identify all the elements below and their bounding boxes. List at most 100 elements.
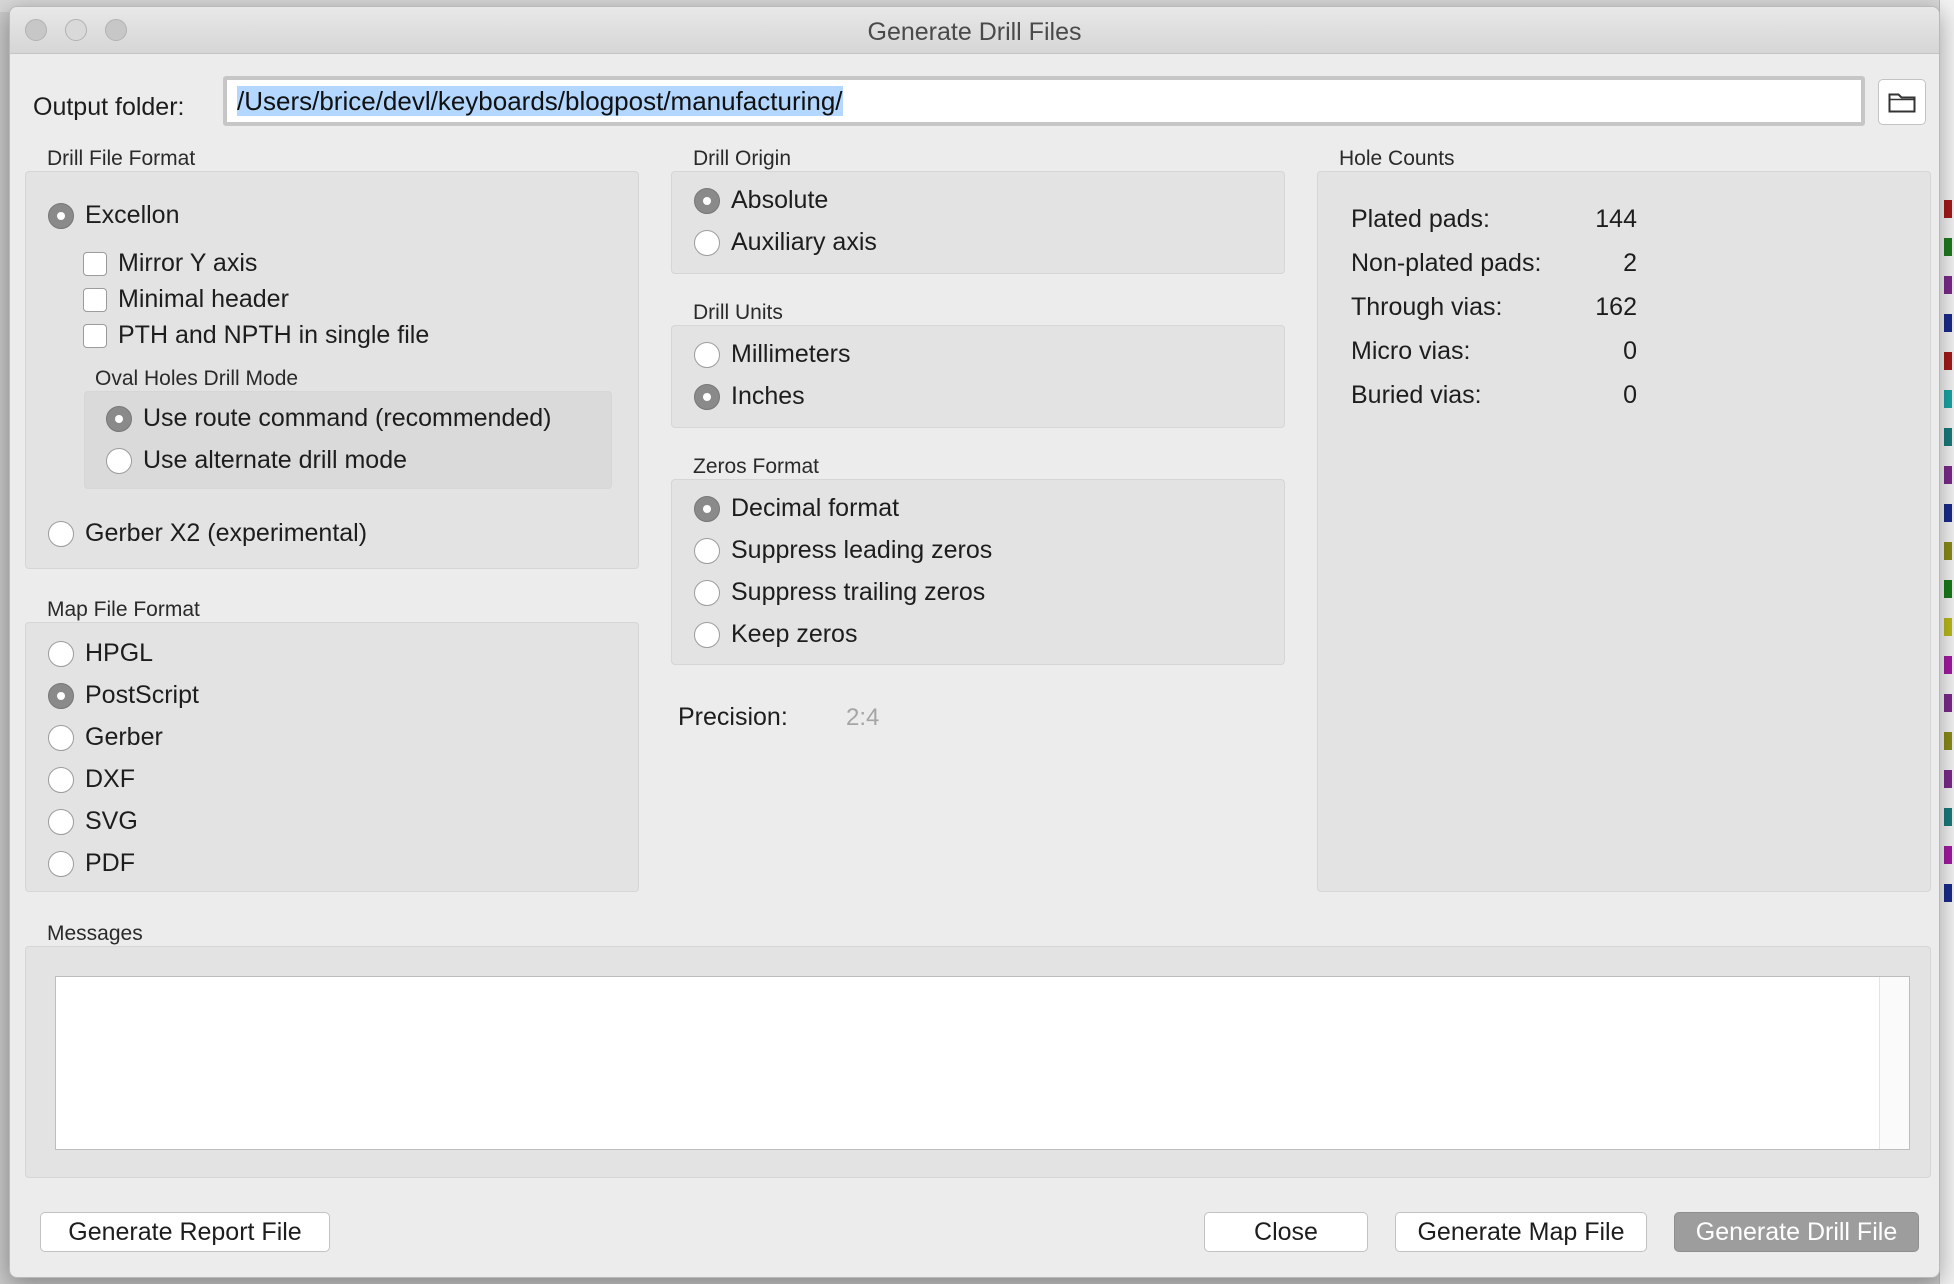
output-folder-path: /Users/brice/devl/keyboards/blogpost/man… <box>237 86 843 116</box>
background-layer-strip <box>1939 0 1954 1284</box>
zeros-suppress-trailing-label: Suppress trailing zeros <box>731 578 986 606</box>
map-format-hpgl-radio[interactable]: HPGL <box>48 639 153 668</box>
radio-indicator <box>48 724 74 751</box>
radio-indicator <box>106 447 132 474</box>
radio-indicator <box>48 682 74 709</box>
radio-indicator <box>694 383 720 410</box>
use-route-command-radio[interactable]: Use route command (recommended) <box>106 404 552 433</box>
mirror-y-checkbox[interactable]: Mirror Y axis <box>83 249 257 278</box>
excellon-radio[interactable]: Excellon <box>48 201 180 230</box>
map-format-label: HPGL <box>85 639 154 667</box>
generate-drill-file-button[interactable]: Generate Drill File <box>1674 1212 1919 1252</box>
folder-icon <box>1888 93 1916 113</box>
use-alternate-drill-mode-radio[interactable]: Use alternate drill mode <box>106 446 407 475</box>
close-button[interactable]: Close <box>1204 1212 1368 1252</box>
map-format-label: PDF <box>85 849 135 877</box>
drill-origin-aux-radio[interactable]: Auxiliary axis <box>694 228 877 257</box>
output-folder-label: Output folder: <box>33 93 185 121</box>
generate-map-file-button[interactable]: Generate Map File <box>1395 1212 1647 1252</box>
drill-file-format-title: Drill File Format <box>47 147 196 170</box>
generate-report-file-button[interactable]: Generate Report File <box>40 1212 330 1252</box>
hole-count-value: 2 <box>1623 249 1637 277</box>
messages-scrollbar[interactable] <box>1879 977 1909 1149</box>
drill-units-inches-label: Inches <box>731 382 805 410</box>
radio-indicator <box>694 537 720 564</box>
map-format-label: DXF <box>85 765 135 793</box>
hole-counts-group: Plated pads: 144 Non-plated pads: 2 Thro… <box>1317 171 1931 892</box>
output-folder-input[interactable]: /Users/brice/devl/keyboards/blogpost/man… <box>223 76 1865 126</box>
messages-text-area[interactable] <box>55 976 1910 1150</box>
radio-indicator <box>694 621 720 648</box>
drill-origin-title: Drill Origin <box>693 147 792 170</box>
oval-holes-group: Use route command (recommended) Use alte… <box>84 391 612 489</box>
drill-origin-absolute-label: Absolute <box>731 186 829 214</box>
radio-indicator <box>694 187 720 214</box>
radio-indicator <box>694 229 720 256</box>
radio-indicator <box>694 579 720 606</box>
hole-count-value: 162 <box>1595 293 1637 321</box>
drill-file-format-group: Excellon Mirror Y axis Minimal header PT… <box>25 171 639 569</box>
radio-indicator <box>694 495 720 522</box>
precision-value: 2:4 <box>846 704 880 731</box>
zeros-suppress-leading-radio[interactable]: Suppress leading zeros <box>694 536 992 565</box>
hole-counts-title: Hole Counts <box>1339 147 1455 170</box>
map-format-dxf-radio[interactable]: DXF <box>48 765 135 794</box>
radio-indicator <box>48 202 74 229</box>
radio-indicator <box>48 520 74 547</box>
hole-count-label: Buried vias: <box>1351 381 1482 409</box>
map-format-gerber-radio[interactable]: Gerber <box>48 723 163 752</box>
pth-npth-single-file-checkbox[interactable]: PTH and NPTH in single file <box>83 321 429 350</box>
drill-units-mm-radio[interactable]: Millimeters <box>694 340 850 369</box>
minimal-header-label: Minimal header <box>118 285 289 313</box>
drill-origin-aux-label: Auxiliary axis <box>731 228 877 256</box>
checkbox-indicator <box>83 323 107 348</box>
zeros-format-title: Zeros Format <box>693 455 820 478</box>
excellon-label: Excellon <box>85 201 180 229</box>
zeros-suppress-trailing-radio[interactable]: Suppress trailing zeros <box>694 578 985 607</box>
zeros-keep-radio[interactable]: Keep zeros <box>694 620 857 649</box>
map-format-label: Gerber <box>85 723 163 751</box>
generate-drill-files-dialog: Generate Drill Files Output folder: /Use… <box>9 6 1940 1278</box>
zeros-suppress-leading-label: Suppress leading zeros <box>731 536 993 564</box>
hole-count-label: Plated pads: <box>1351 205 1490 233</box>
precision-label: Precision: <box>678 703 788 731</box>
drill-origin-absolute-radio[interactable]: Absolute <box>694 186 828 215</box>
pth-npth-label: PTH and NPTH in single file <box>118 321 430 349</box>
radio-indicator <box>48 850 74 877</box>
hole-count-label: Through vias: <box>1351 293 1503 321</box>
gerber-x2-label: Gerber X2 (experimental) <box>85 519 368 547</box>
radio-indicator <box>48 808 74 835</box>
minimal-header-checkbox[interactable]: Minimal header <box>83 285 289 314</box>
messages-title: Messages <box>47 922 143 945</box>
map-format-svg-radio[interactable]: SVG <box>48 807 138 836</box>
mirror-y-label: Mirror Y axis <box>118 249 258 277</box>
checkbox-indicator <box>83 287 107 312</box>
use-alternate-drill-mode-label: Use alternate drill mode <box>143 446 408 474</box>
drill-origin-group: Absolute Auxiliary axis <box>671 171 1285 274</box>
radio-indicator <box>106 405 132 432</box>
hole-count-label: Non-plated pads: <box>1351 249 1542 277</box>
browse-folder-button[interactable] <box>1878 79 1926 125</box>
use-route-command-label: Use route command (recommended) <box>143 404 552 432</box>
zeros-format-group: Decimal format Suppress leading zeros Su… <box>671 479 1285 665</box>
hole-count-value: 0 <box>1623 337 1637 365</box>
zeros-decimal-radio[interactable]: Decimal format <box>694 494 899 523</box>
map-format-label: SVG <box>85 807 138 835</box>
radio-indicator <box>48 640 74 667</box>
drill-units-inches-radio[interactable]: Inches <box>694 382 805 411</box>
title-bar: Generate Drill Files <box>10 7 1939 54</box>
window-title: Generate Drill Files <box>867 18 1082 46</box>
map-format-pdf-radio[interactable]: PDF <box>48 849 135 878</box>
map-file-format-title: Map File Format <box>47 598 200 621</box>
gerber-x2-radio[interactable]: Gerber X2 (experimental) <box>48 519 367 548</box>
map-file-format-group: HPGL PostScript Gerber DXF SVG PDF <box>25 622 639 892</box>
drill-units-title: Drill Units <box>693 301 783 324</box>
radio-indicator <box>694 341 720 368</box>
zeros-decimal-label: Decimal format <box>731 494 900 522</box>
map-format-postscript-radio[interactable]: PostScript <box>48 681 199 710</box>
drill-units-group: Millimeters Inches <box>671 325 1285 428</box>
hole-count-value: 0 <box>1623 381 1637 409</box>
drill-units-mm-label: Millimeters <box>731 340 851 368</box>
oval-holes-title: Oval Holes Drill Mode <box>95 367 299 390</box>
map-format-label: PostScript <box>85 681 199 709</box>
